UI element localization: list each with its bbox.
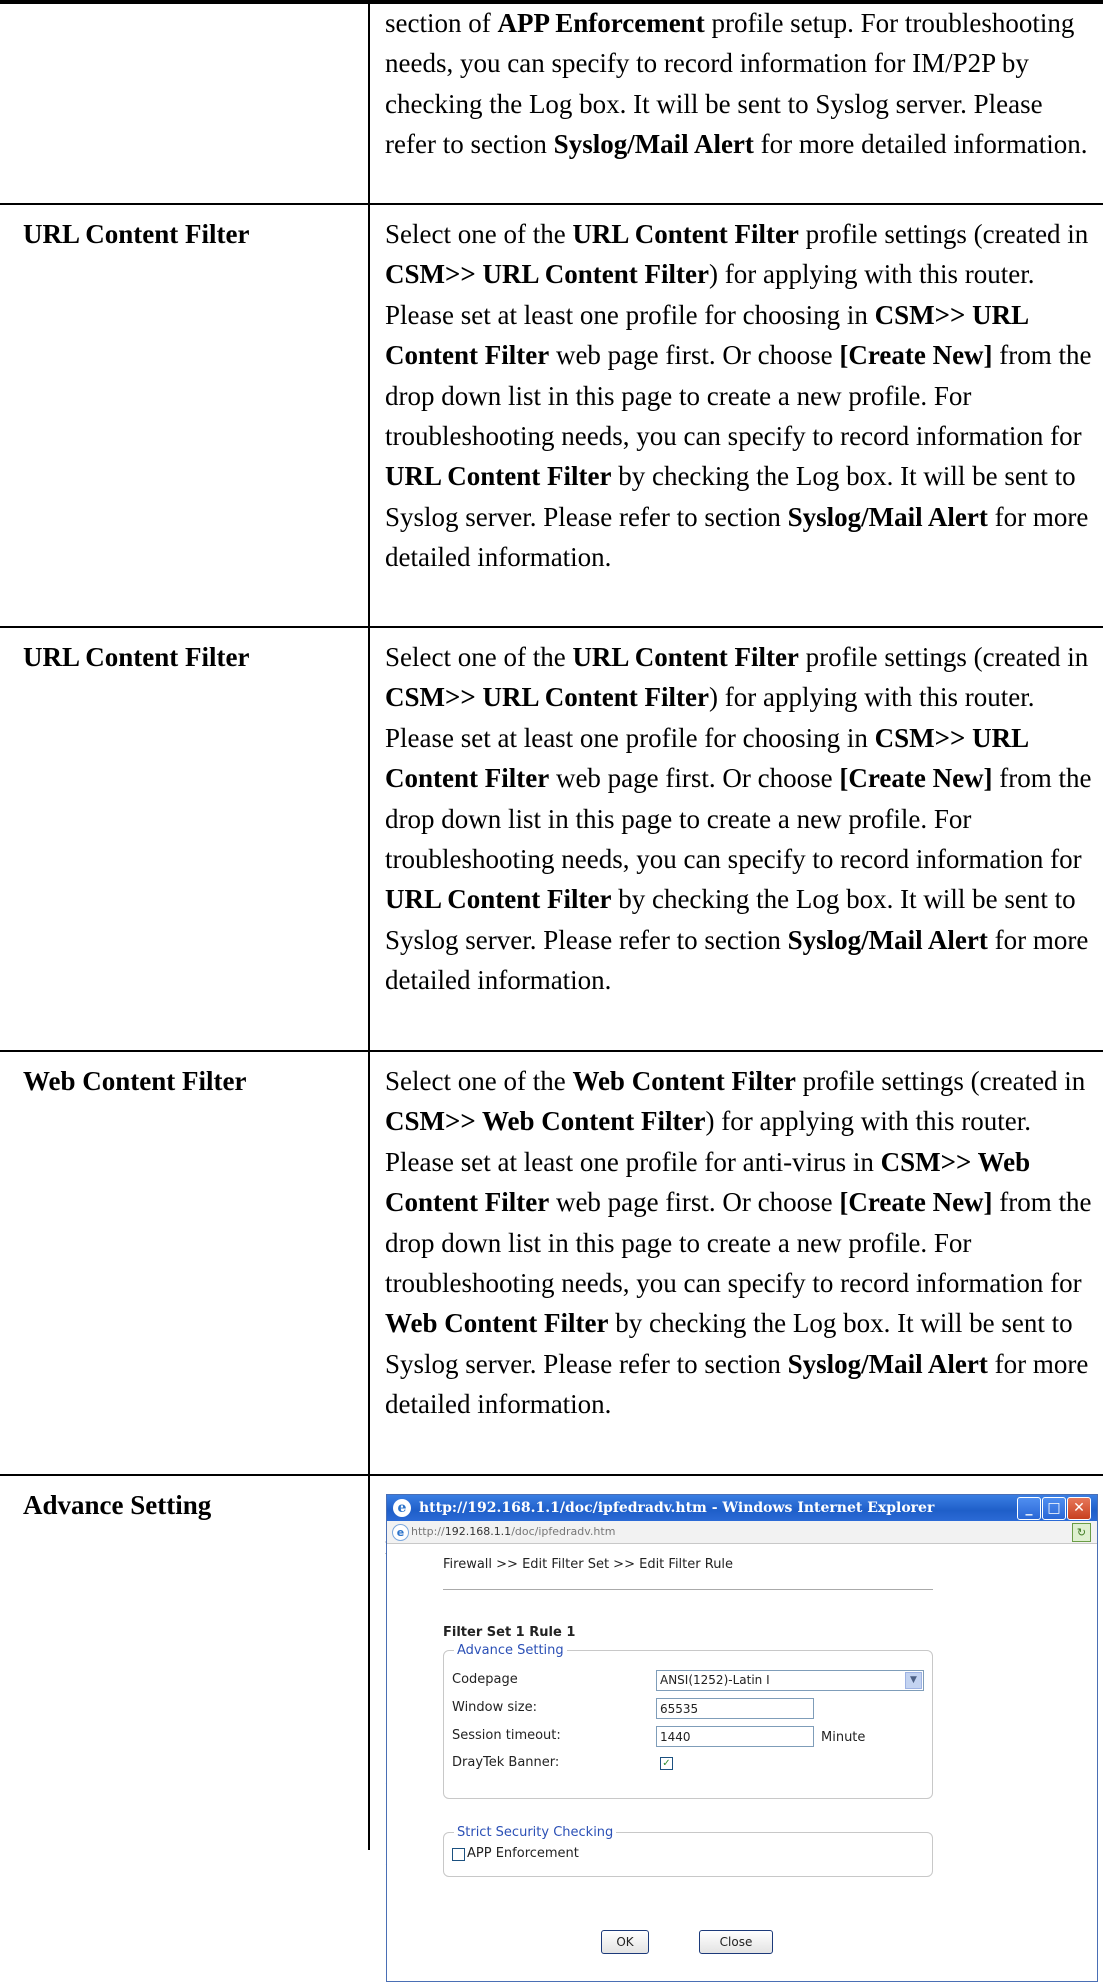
advance-setting-group: Advance Setting Codepage ANSI(1252)-Lati…: [443, 1643, 933, 1799]
refresh-icon[interactable]: ↻: [1072, 1523, 1091, 1542]
minimize-icon[interactable]: _: [1017, 1497, 1041, 1520]
window-title: http://192.168.1.1/doc/ipfedradv.htm - W…: [419, 1500, 935, 1516]
table-row: URL Content Filter Select one of the URL…: [0, 628, 1103, 1052]
session-timeout-input[interactable]: 1440: [656, 1726, 814, 1747]
row-description: Select one of the Web Content Filter pro…: [385, 1066, 1092, 1420]
app-enforcement-label: APP Enforcement: [467, 1846, 579, 1861]
divider: [443, 1589, 933, 1590]
session-timeout-label: Session timeout:: [452, 1728, 561, 1743]
close-button[interactable]: Close: [699, 1930, 773, 1954]
column-divider: [368, 628, 370, 1050]
close-icon[interactable]: ✕: [1067, 1497, 1091, 1520]
window-titlebar: e http://192.168.1.1/doc/ipfedradv.htm -…: [387, 1495, 1097, 1521]
dialog-body: Firewall >> Edit Filter Set >> Edit Filt…: [387, 1545, 1097, 1981]
page-icon: e: [392, 1524, 409, 1541]
row-description: Select one of the URL Content Filter pro…: [385, 219, 1092, 573]
strict-security-group: Strict Security Checking APP Enforcement: [443, 1825, 933, 1877]
column-divider: [368, 205, 370, 626]
advance-setting-legend: Advance Setting: [457, 1643, 564, 1658]
row-term: URL Content Filter: [23, 642, 250, 672]
column-divider: [368, 4, 370, 203]
window-size-input[interactable]: 65535: [656, 1698, 814, 1719]
window-size-label: Window size:: [452, 1700, 537, 1715]
column-divider: [368, 1476, 370, 1850]
ie-window-screenshot: e http://192.168.1.1/doc/ipfedradv.htm -…: [386, 1494, 1098, 1982]
table-row: URL Content Filter Select one of the URL…: [0, 205, 1103, 628]
ok-button[interactable]: OK: [601, 1930, 649, 1954]
draytek-banner-checkbox[interactable]: ✓: [660, 1757, 673, 1770]
strict-security-legend: Strict Security Checking: [457, 1825, 614, 1840]
row-description: Select one of the URL Content Filter pro…: [385, 642, 1092, 996]
row-term: Web Content Filter: [23, 1066, 247, 1096]
session-timeout-unit: Minute: [821, 1730, 866, 1745]
codepage-select[interactable]: ANSI(1252)-Latin I ▼: [656, 1670, 924, 1691]
table-row: Web Content Filter Select one of the Web…: [0, 1052, 1103, 1476]
ie-logo-icon: e: [393, 1499, 411, 1517]
row-term: Advance Setting: [23, 1490, 212, 1520]
row-description: section of APP Enforcement profile setup…: [385, 8, 1088, 160]
column-divider: [368, 1052, 370, 1474]
draytek-banner-label: DrayTek Banner:: [452, 1755, 560, 1770]
chevron-down-icon: ▼: [905, 1672, 922, 1689]
codepage-value: ANSI(1252)-Latin I: [660, 1673, 770, 1687]
address-path: /doc/ipfedradv.htm: [511, 1525, 616, 1538]
row-term: URL Content Filter: [23, 219, 250, 249]
maximize-icon[interactable]: □: [1042, 1497, 1066, 1520]
codepage-label: Codepage: [452, 1672, 518, 1687]
address-prefix: http://: [411, 1525, 445, 1538]
address-host: 192.168.1.1: [444, 1525, 512, 1538]
rule-title: Filter Set 1 Rule 1: [443, 1625, 576, 1640]
table-row: section of APP Enforcement profile setup…: [0, 4, 1103, 205]
address-bar[interactable]: e http://192.168.1.1/doc/ipfedradv.htm ↻: [387, 1521, 1097, 1544]
breadcrumb: Firewall >> Edit Filter Set >> Edit Filt…: [443, 1557, 734, 1572]
